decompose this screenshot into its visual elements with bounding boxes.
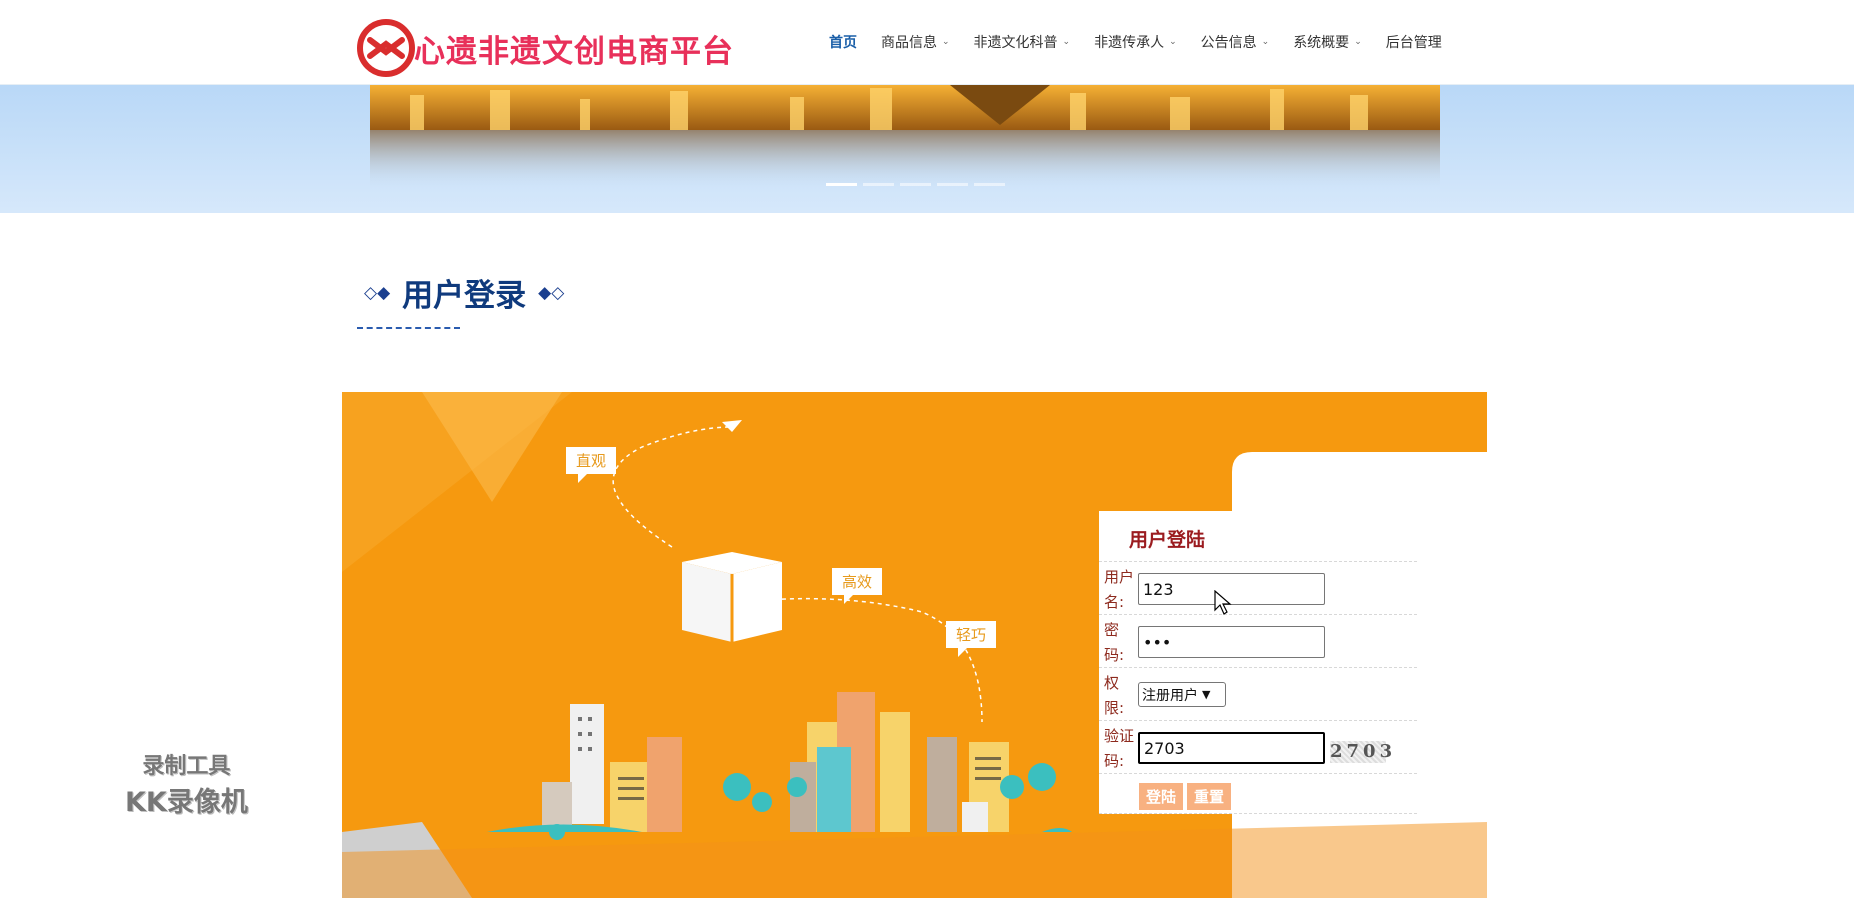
heading-underline [357, 327, 460, 329]
top-header: 心遗非遗文创电商平台 首页 商品信息 ⌄ 非遗文化科普 ⌄ 非遗传承人 ⌄ 公告信息 ⌄ 系统概要… [0, 0, 1854, 85]
chevron-down-icon: ⌄ [942, 37, 950, 47]
heading-deco-right: ◆◇ [538, 282, 565, 303]
password-row: 密码: [1099, 614, 1417, 667]
mouse-cursor-icon [1214, 590, 1232, 615]
password-input[interactable] [1138, 626, 1325, 658]
role-row: 权限: 注册用户 ▼ [1099, 667, 1417, 720]
button-row: 登陆 重置 [1099, 773, 1417, 814]
nav-item-label: 非遗文化科普 [973, 35, 1058, 51]
captcha-row: 验证码: 2703 [1099, 720, 1417, 773]
login-button[interactable]: 登陆 [1139, 783, 1183, 810]
login-title: 用户登陆 [1129, 529, 1206, 551]
logo-icon[interactable] [356, 18, 416, 78]
nav-item-label: 公告信息 [1200, 35, 1257, 51]
chevron-down-icon: ⌄ [1354, 37, 1362, 47]
site-title[interactable]: 心遗非遗文创电商平台 [414, 26, 734, 71]
watermark-line1: 录制工具 [142, 754, 231, 779]
role-label: 权限: [1104, 674, 1125, 717]
nav-item-6[interactable]: 后台管理 [1386, 32, 1442, 52]
nav-item-4[interactable]: 公告信息 ⌄ [1201, 32, 1270, 52]
carousel-dots [826, 183, 1005, 186]
password-label: 密码: [1104, 621, 1125, 664]
username-row: 用户名: [1099, 561, 1417, 614]
role-select[interactable]: 注册用户 ▼ [1138, 682, 1226, 707]
chevron-down-icon: ⌄ [1261, 37, 1270, 47]
login-form: 用户登陆 用户名: 密码: 权限: 注册用户 ▼ 验证码: 2703 登陆 重置 [1099, 511, 1417, 814]
city-skyline-image [370, 85, 1440, 190]
captcha-label: 验证码: [1104, 727, 1135, 770]
main-nav: 首页 商品信息 ⌄ 非遗文化科普 ⌄ 非遗传承人 ⌄ 公告信息 ⌄ 系统概要 ⌄ 后台管理 [829, 32, 1466, 52]
section-heading: ◇◆ 用户登录 ◆◇ [358, 270, 570, 315]
captcha-input[interactable] [1138, 732, 1325, 764]
nav-item-2[interactable]: 非遗文化科普 ⌄ [974, 32, 1071, 52]
carousel-dot-3[interactable] [900, 183, 931, 186]
captcha-image[interactable]: 2703 [1330, 741, 1392, 763]
carousel-dot-5[interactable] [974, 183, 1005, 186]
nav-item-label: 商品信息 [881, 35, 937, 51]
nav-item-label: 首页 [829, 35, 857, 51]
carousel-dot-1[interactable] [826, 183, 857, 186]
recorder-watermark: 录制工具 KK录像机 [125, 748, 248, 819]
carousel-dot-2[interactable] [863, 183, 894, 186]
nav-item-3[interactable]: 非遗传承人 ⌄ [1094, 32, 1177, 52]
banner-carousel [0, 85, 1854, 213]
username-label: 用户名: [1104, 568, 1135, 611]
page-title: 用户登录 [402, 278, 527, 314]
nav-item-label: 系统概要 [1293, 35, 1350, 51]
chevron-down-icon: ⌄ [1062, 37, 1071, 47]
carousel-dot-4[interactable] [937, 183, 968, 186]
nav-item-5[interactable]: 系统概要 ⌄ [1293, 32, 1362, 52]
heading-deco-left: ◇◆ [364, 282, 391, 303]
nav-item-label: 后台管理 [1385, 35, 1442, 51]
chevron-down-icon: ⌄ [1169, 37, 1177, 47]
bubble-efficient: 高效 [832, 568, 883, 604]
nav-item-0[interactable]: 首页 [829, 32, 857, 52]
bubble-intuitive: 直观 [566, 447, 617, 483]
nav-item-label: 非遗传承人 [1094, 35, 1165, 51]
nav-item-1[interactable]: 商品信息 ⌄ [881, 32, 950, 52]
reset-button[interactable]: 重置 [1187, 783, 1231, 810]
role-select-value: 注册用户 [1142, 687, 1198, 704]
watermark-line2: KK录像机 [125, 787, 248, 818]
bubble-lightweight: 轻巧 [946, 621, 997, 657]
chevron-down-icon: ▼ [1202, 688, 1211, 701]
